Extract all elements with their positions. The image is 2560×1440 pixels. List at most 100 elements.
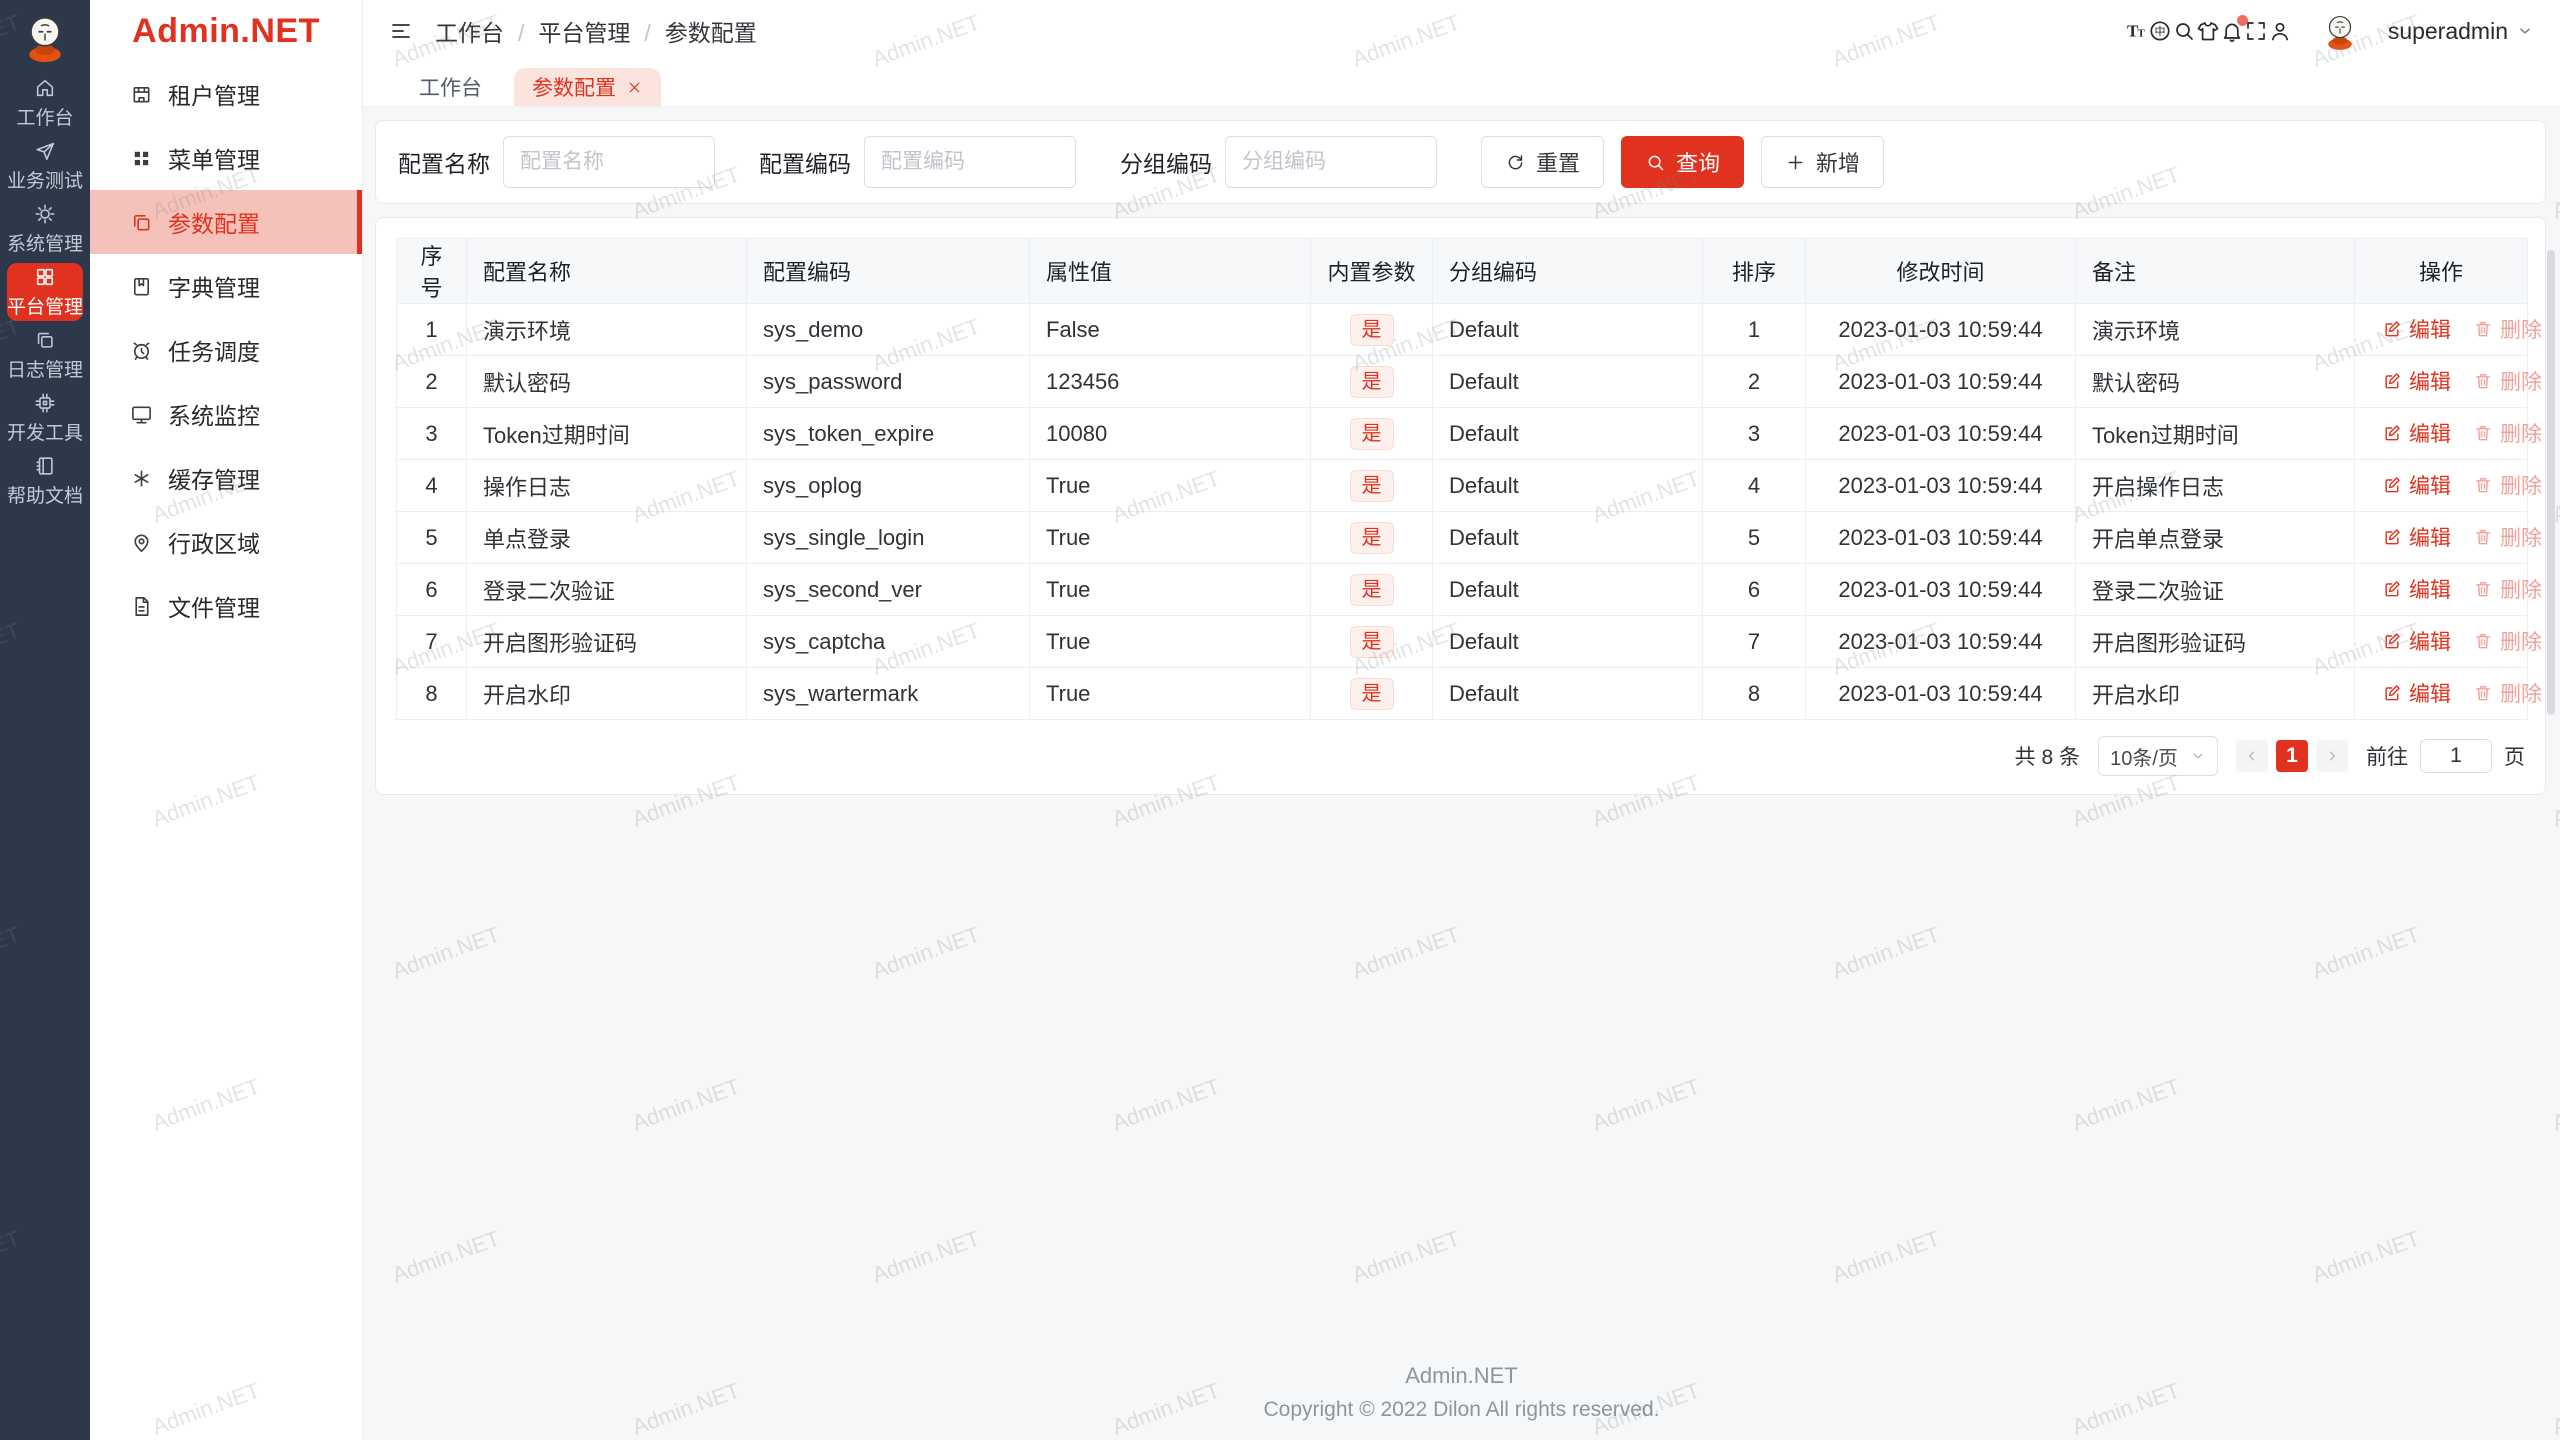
- user-avatar[interactable]: [2319, 10, 2361, 52]
- cell-actions: 编辑 删除: [2354, 407, 2542, 460]
- cell-index: 5: [396, 511, 467, 564]
- sidebar-menu-item[interactable]: 租户管理: [90, 62, 362, 126]
- goto-page-input[interactable]: [2420, 739, 2492, 773]
- cell-remark: 开启水印: [2075, 667, 2355, 720]
- cell-order: 5: [1702, 511, 1806, 564]
- filter-input[interactable]: [503, 136, 715, 188]
- filter-card: 配置名称 配置编码 分组编码: [375, 120, 2546, 204]
- trash-icon: [2473, 527, 2493, 547]
- filter-input[interactable]: [1225, 136, 1437, 188]
- delete-button[interactable]: 删除: [2473, 314, 2542, 344]
- table-card: 序号 配置名称 配置编码 属性值 内置参数 分组编码 排序 修改时间 备注 操作: [375, 217, 2546, 795]
- filter-input[interactable]: [864, 136, 1076, 188]
- delete-button[interactable]: 删除: [2473, 522, 2542, 552]
- rail-item-label: 开发工具: [7, 422, 84, 444]
- table-scrollbar[interactable]: [2547, 250, 2555, 715]
- rail-item-icon: [34, 77, 56, 99]
- user-menu[interactable]: superadmin: [2388, 18, 2534, 45]
- filter-buttons: 重置 查询 新增: [1481, 136, 1885, 188]
- sidebar-menu-item[interactable]: 任务调度: [90, 318, 362, 382]
- sidebar-menu-item[interactable]: 行政区域: [90, 510, 362, 574]
- edit-button[interactable]: 编辑: [2382, 314, 2451, 344]
- menu-item-icon: [130, 403, 153, 426]
- cell-index: 7: [396, 615, 467, 668]
- reset-button[interactable]: 重置: [1481, 136, 1605, 188]
- trash-icon: [2473, 579, 2493, 599]
- sidebar-menu-item[interactable]: 系统监控: [90, 382, 362, 446]
- total-count: 共 8 条: [2014, 746, 2080, 769]
- cell-modified-time: 2023-01-03 10:59:44: [1805, 355, 2076, 408]
- add-button[interactable]: 新增: [1761, 136, 1885, 188]
- edit-button[interactable]: 编辑: [2382, 626, 2451, 656]
- menu-item-icon: [130, 595, 153, 618]
- rail-nav-item[interactable]: 帮助文档: [7, 452, 83, 510]
- sidebar-menu-item[interactable]: 字典管理: [90, 254, 362, 318]
- next-page-button[interactable]: [2316, 740, 2348, 772]
- search-button[interactable]: 查询: [1621, 136, 1745, 188]
- breadcrumb-item[interactable]: 工作台: [435, 14, 504, 48]
- rail-item-icon: [34, 455, 56, 477]
- rail-nav-item[interactable]: 平台管理: [7, 263, 83, 321]
- cell-order: 6: [1702, 563, 1806, 616]
- sidebar-menu-item[interactable]: 文件管理: [90, 574, 362, 638]
- rail-nav-item[interactable]: 业务测试: [7, 137, 83, 195]
- page-number-button[interactable]: 1: [2276, 740, 2308, 772]
- cell-order: 7: [1702, 615, 1806, 668]
- delete-button[interactable]: 删除: [2473, 626, 2542, 656]
- tab[interactable]: 参数配置: [514, 68, 661, 106]
- delete-button[interactable]: 删除: [2473, 470, 2542, 500]
- delete-button[interactable]: 删除: [2473, 418, 2542, 448]
- table-row: 6 登录二次验证 sys_second_ver True 是 Default 6…: [396, 563, 2542, 616]
- sidebar-menu-item[interactable]: 菜单管理: [90, 126, 362, 190]
- edit-button[interactable]: 编辑: [2382, 574, 2451, 604]
- edit-button[interactable]: 编辑: [2382, 366, 2451, 396]
- theme-icon[interactable]: [2196, 19, 2220, 43]
- edit-icon: [2382, 319, 2402, 339]
- language-icon[interactable]: [2148, 19, 2172, 43]
- collapse-menu-icon[interactable]: [389, 19, 413, 43]
- cell-group-code: Default: [1432, 563, 1703, 616]
- plus-icon: [1785, 152, 1806, 173]
- notification-icon[interactable]: [2220, 15, 2248, 43]
- edit-button[interactable]: 编辑: [2382, 470, 2451, 500]
- refresh-icon: [1505, 152, 1526, 173]
- rail-nav-item[interactable]: 开发工具: [7, 389, 83, 447]
- fullscreen-icon[interactable]: [2244, 19, 2268, 43]
- breadcrumb-item[interactable]: 参数配置: [630, 14, 757, 48]
- cell-builtin: 是: [1310, 355, 1433, 408]
- delete-button[interactable]: 删除: [2473, 574, 2542, 604]
- rail-item-label: 系统管理: [7, 233, 84, 255]
- breadcrumb-item[interactable]: 平台管理: [504, 14, 630, 48]
- rail-nav-item[interactable]: 系统管理: [7, 200, 83, 258]
- sidebar-menu-item[interactable]: 缓存管理: [90, 446, 362, 510]
- search-icon[interactable]: [2172, 19, 2196, 43]
- header-actions: superadmin: [2124, 10, 2534, 52]
- rail-nav-item[interactable]: 工作台: [7, 74, 83, 132]
- page-size-select[interactable]: 10条/页: [2098, 736, 2218, 776]
- cell-group-code: Default: [1432, 407, 1703, 460]
- edit-button[interactable]: 编辑: [2382, 522, 2451, 552]
- rail-nav-item[interactable]: 日志管理: [7, 326, 83, 384]
- cell-config-name: 操作日志: [466, 459, 747, 512]
- delete-button[interactable]: 删除: [2473, 678, 2542, 708]
- profile-icon[interactable]: [2268, 19, 2292, 43]
- cell-value: 123456: [1029, 355, 1311, 408]
- column-header: 操作: [2354, 238, 2528, 304]
- sidebar-menu-item[interactable]: 参数配置: [90, 190, 362, 254]
- app-root: 工作台 业务测试 系统管理 平台管理 日志管理 开发工具 帮助文档 Admin.…: [0, 0, 2560, 1440]
- edit-button[interactable]: 编辑: [2382, 678, 2451, 708]
- page-controls: 1: [2236, 740, 2348, 772]
- menu-item-label: 参数配置: [168, 211, 260, 237]
- top-header: 工作台平台管理参数配置 superadmin: [363, 0, 2560, 62]
- prev-page-button[interactable]: [2236, 740, 2268, 772]
- cell-config-code: sys_demo: [746, 303, 1030, 356]
- edit-button[interactable]: 编辑: [2382, 418, 2451, 448]
- trash-icon: [2473, 631, 2493, 651]
- cell-value: 10080: [1029, 407, 1311, 460]
- tab-close-icon[interactable]: [626, 79, 643, 96]
- tab[interactable]: 工作台: [401, 68, 500, 106]
- builtin-badge: 是: [1349, 573, 1394, 606]
- font-size-icon[interactable]: [2124, 19, 2148, 43]
- primary-nav-rail: 工作台 业务测试 系统管理 平台管理 日志管理 开发工具 帮助文档: [0, 0, 90, 1440]
- delete-button[interactable]: 删除: [2473, 366, 2542, 396]
